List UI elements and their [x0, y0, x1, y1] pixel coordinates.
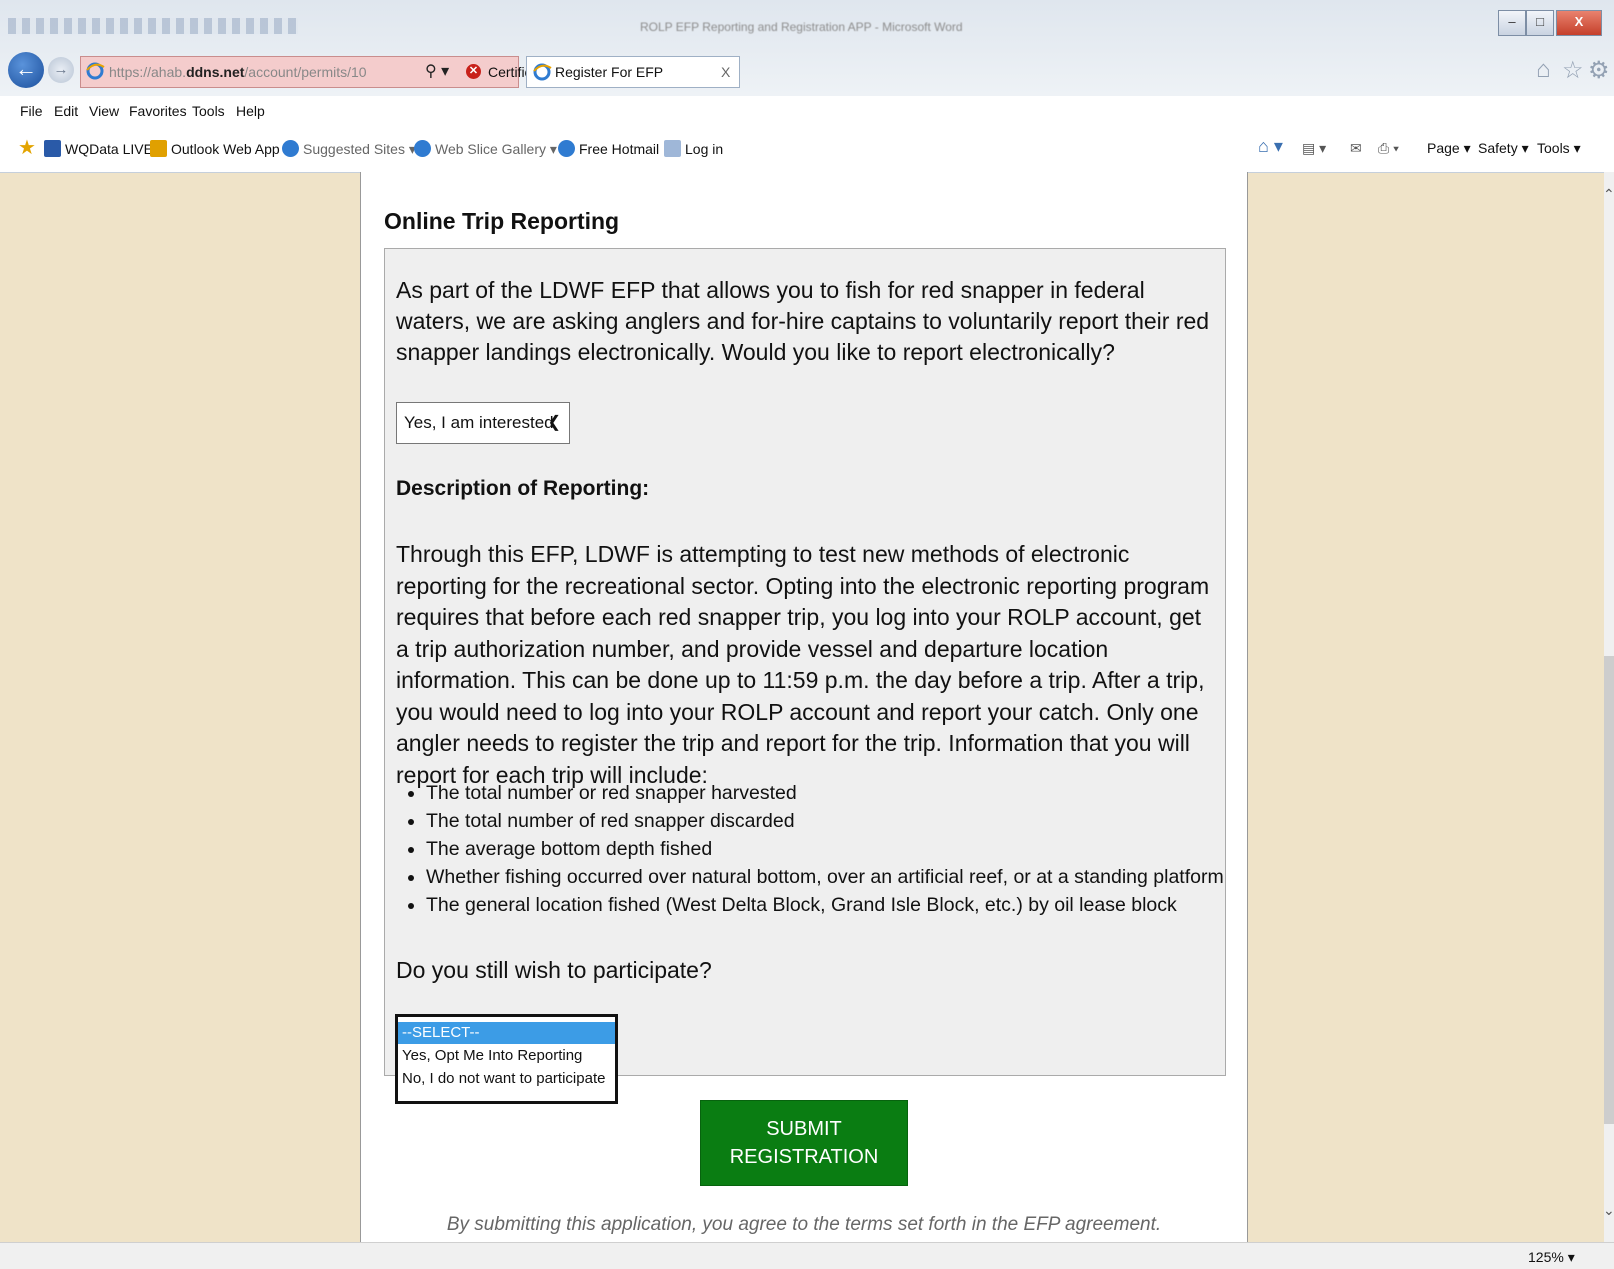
- participate-listbox[interactable]: --SELECT-- Yes, Opt Me Into Reporting No…: [395, 1014, 618, 1104]
- page-icon: [664, 140, 681, 157]
- menu-view[interactable]: View: [89, 103, 119, 119]
- scroll-up-icon[interactable]: ⌃: [1603, 186, 1614, 203]
- menu-help[interactable]: Help: [236, 103, 265, 119]
- fav-log-in[interactable]: Log in: [664, 140, 723, 157]
- option-opt-out[interactable]: No, I do not want to participate: [398, 1068, 615, 1090]
- window-title: ROLP EFP Reporting and Registration APP …: [640, 20, 963, 34]
- ie-icon: [414, 140, 431, 157]
- menu-edit[interactable]: Edit: [54, 103, 78, 119]
- outlook-icon: [150, 140, 167, 157]
- favorites-bar: ★ WQData LIVE Outlook Web App Suggested …: [0, 126, 1614, 173]
- list-item: The total number of red snapper discarde…: [426, 807, 1241, 835]
- fav-suggested-sites[interactable]: Suggested Sites ▾: [282, 140, 416, 158]
- home-icon[interactable]: ⌂: [1536, 56, 1551, 84]
- close-window-button[interactable]: X: [1556, 10, 1602, 36]
- reporting-items-list: The total number or red snapper harveste…: [396, 779, 1241, 919]
- gear-icon[interactable]: ⚙: [1588, 56, 1610, 85]
- back-button[interactable]: ←: [8, 52, 44, 88]
- status-bar: 125% ▾: [0, 1242, 1614, 1269]
- chevron-down-icon: ❮: [547, 414, 561, 431]
- list-item: The total number or red snapper harveste…: [426, 779, 1241, 807]
- wqdata-icon: [44, 140, 61, 157]
- list-item: The average bottom depth fished: [426, 835, 1241, 863]
- forward-button[interactable]: →: [48, 57, 74, 83]
- fav-outlook-web-app[interactable]: Outlook Web App: [150, 140, 280, 157]
- home-icon[interactable]: ⌂ ▾: [1258, 136, 1283, 157]
- menu-bar: File Edit View Favorites Tools Help: [0, 96, 1614, 126]
- print-icon[interactable]: ⎙ ▾: [1378, 140, 1399, 157]
- close-tab-button[interactable]: X: [721, 57, 730, 87]
- intro-text: As part of the LDWF EFP that allows you …: [396, 277, 1210, 365]
- tools-menu[interactable]: Tools ▾: [1537, 140, 1581, 157]
- menu-favorites[interactable]: Favorites: [129, 103, 187, 119]
- quick-access-toolbar: [8, 18, 298, 34]
- minimize-button[interactable]: –: [1498, 10, 1526, 36]
- fav-web-slice-gallery[interactable]: Web Slice Gallery ▾: [414, 140, 557, 158]
- tab-register-for-efp[interactable]: Register For EFP X: [526, 56, 740, 88]
- interest-select[interactable]: Yes, I am interested ❮: [396, 402, 570, 444]
- terms-text: By submitting this application, you agre…: [446, 1214, 1162, 1235]
- page-menu[interactable]: Page ▾: [1427, 140, 1471, 157]
- ie-icon: [86, 62, 105, 80]
- menu-tools[interactable]: Tools: [192, 103, 225, 119]
- submit-registration-button[interactable]: SUBMIT REGISTRATION: [700, 1100, 908, 1186]
- page-content: Online Trip Reporting As part of the LDW…: [360, 172, 1248, 1242]
- participate-question: Do you still wish to participate?: [396, 957, 712, 983]
- fav-free-hotmail[interactable]: Free Hotmail: [558, 140, 659, 157]
- feeds-icon[interactable]: ▤ ▾: [1302, 140, 1326, 157]
- menu-file[interactable]: File: [20, 103, 43, 119]
- scrollbar-thumb[interactable]: [1604, 656, 1614, 1124]
- tab-title: Register For EFP: [555, 64, 664, 80]
- url-text[interactable]: https://ahab.ddns.net/account/permits/10: [109, 57, 424, 87]
- search-icon[interactable]: ⚲ ▾: [425, 57, 449, 87]
- read-mail-icon[interactable]: ✉: [1350, 140, 1362, 157]
- list-item: Whether fishing occurred over natural bo…: [426, 863, 1241, 891]
- favorites-star-icon[interactable]: ★: [18, 135, 36, 160]
- page-title: Online Trip Reporting: [384, 208, 620, 234]
- address-bar[interactable]: https://ahab.ddns.net/account/permits/10…: [80, 56, 597, 88]
- interest-select-value: Yes, I am interested: [404, 413, 554, 432]
- description-text: Through this EFP, LDWF is attempting to …: [396, 541, 1210, 788]
- trip-reporting-panel: As part of the LDWF EFP that allows you …: [384, 248, 1226, 1076]
- safety-menu[interactable]: Safety ▾: [1478, 140, 1529, 157]
- ie-icon: [282, 140, 299, 157]
- favorites-star-icon[interactable]: ☆: [1562, 56, 1584, 85]
- option-opt-in[interactable]: Yes, Opt Me Into Reporting: [398, 1045, 615, 1067]
- certificate-error-icon[interactable]: ✕: [466, 64, 481, 79]
- ie-icon: [533, 63, 552, 81]
- list-item: The general location fished (West Delta …: [426, 891, 1241, 919]
- zoom-level[interactable]: 125% ▾: [1528, 1249, 1575, 1266]
- maximize-button[interactable]: □: [1526, 10, 1554, 36]
- option-select[interactable]: --SELECT--: [398, 1022, 615, 1044]
- scroll-down-icon[interactable]: ⌄: [1603, 1202, 1614, 1219]
- fav-wqdata-live[interactable]: WQData LIVE: [44, 140, 153, 157]
- description-heading: Description of Reporting:: [396, 477, 650, 500]
- ie-icon: [558, 140, 575, 157]
